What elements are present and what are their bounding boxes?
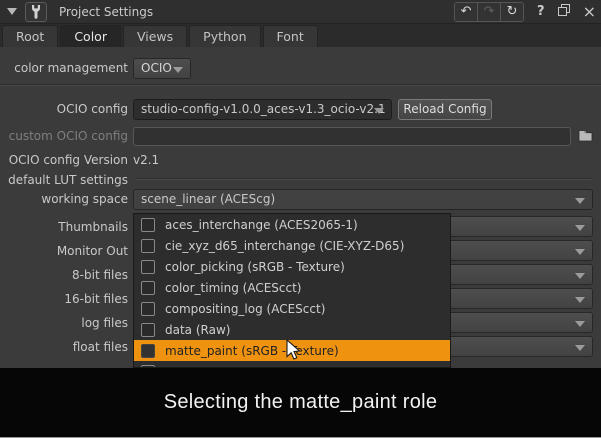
tab-label: Color (74, 29, 107, 44)
chevron-down-icon (575, 321, 585, 327)
ocio-config-dropdown[interactable]: studio-config-v1.0.0_aces-v1.3_ocio-v2.1 (133, 99, 392, 120)
properties-button[interactable] (25, 2, 47, 22)
file-row-label: float files (0, 337, 128, 358)
file-browse-button[interactable] (576, 126, 594, 144)
tab[interactable]: Python (189, 25, 260, 47)
group-rule (137, 178, 593, 180)
restore-icon (558, 4, 570, 16)
chevron-down-icon (575, 273, 585, 279)
mouse-cursor-icon (286, 339, 302, 361)
checkbox-icon (141, 260, 155, 274)
undo-button[interactable]: ↶ (455, 3, 478, 21)
custom-ocio-config-input[interactable] (133, 127, 571, 146)
tab-label: Font (277, 29, 304, 44)
ocio-version-label: OCIO config Version (0, 150, 128, 171)
tab[interactable]: Views (123, 25, 187, 47)
menu-item[interactable]: data (Raw) (134, 319, 450, 340)
chevron-down-icon (575, 345, 585, 351)
file-row-label: Thumbnails (0, 217, 128, 238)
panel-collapse-icon[interactable] (7, 8, 17, 15)
chevron-down-icon (575, 225, 585, 231)
chevron-down-icon (575, 297, 585, 303)
working-space-label: working space (0, 189, 128, 210)
tab-bar: Root Color Views Python Font (0, 24, 601, 47)
menu-item[interactable]: aces_interchange (ACES2065-1) (134, 214, 450, 235)
checkbox-icon (141, 239, 155, 253)
titlebar-controls: ↶ ↷ ↻ ? × (454, 2, 596, 21)
default-lut-settings-label: default LUT settings (0, 170, 128, 191)
color-management-dropdown[interactable]: OCIO (133, 58, 191, 79)
file-row-label: Monitor Out (0, 241, 128, 262)
tab[interactable]: Font (263, 25, 318, 47)
folder-icon (578, 129, 593, 142)
color-management-value: OCIO (141, 61, 172, 75)
working-space-value: scene_linear (ACEScg) (141, 192, 275, 206)
settings-panel: color management OCIO OCIO config studio… (0, 47, 601, 368)
menu-item[interactable]: cie_xyz_d65_interchange (CIE-XYZ-D65) (134, 235, 450, 256)
bottom-margin (0, 437, 601, 446)
color-management-label: color management (0, 58, 128, 79)
close-button[interactable]: × (583, 4, 596, 20)
ocio-config-value: studio-config-v1.0.0_aces-v1.3_ocio-v2.1 (141, 102, 386, 116)
titlebar: Project Settings ↶ ↷ ↻ ? × (0, 0, 601, 24)
window-title: Project Settings (59, 5, 153, 19)
menu-item-label: color_picking (sRGB - Texture) (165, 260, 345, 274)
caption-bar: Selecting the matte_paint role (0, 368, 601, 437)
help-button[interactable]: ? (537, 5, 545, 18)
chevron-down-icon (575, 198, 585, 204)
working-space-dropdown[interactable]: scene_linear (ACEScg) (133, 189, 593, 210)
revert-button[interactable]: ↻ (501, 3, 523, 21)
menu-item[interactable]: color_timing (ACEScct) (134, 277, 450, 298)
file-row-label: 16-bit files (0, 289, 128, 310)
custom-ocio-config-label: custom OCIO config (0, 126, 128, 147)
caption-text: Selecting the matte_paint role (164, 391, 438, 414)
menu-item-label: data (Raw) (165, 323, 230, 337)
tab-label: Views (137, 29, 173, 44)
menu-item-label: compositing_log (ACEScct) (165, 302, 325, 316)
menu-item-label: aces_interchange (ACES2065-1) (165, 218, 358, 232)
menu-item-label: cie_xyz_d65_interchange (CIE-XYZ-D65) (165, 239, 404, 253)
checkbox-icon (141, 344, 155, 358)
file-row-label: 8-bit files (0, 265, 128, 286)
chevron-down-icon (374, 108, 384, 114)
checkbox-icon (141, 302, 155, 316)
checkbox-icon (141, 218, 155, 232)
ocio-config-label: OCIO config (0, 99, 128, 120)
checkbox-icon (141, 281, 155, 295)
history-button-group: ↶ ↷ ↻ (454, 2, 524, 22)
chevron-down-icon (173, 67, 183, 73)
tab-label: Python (203, 29, 246, 44)
menu-item-label: color_timing (ACEScct) (165, 281, 302, 295)
wrench-icon (30, 4, 42, 20)
tab[interactable]: Color (60, 25, 121, 47)
redo-button[interactable]: ↷ (478, 3, 501, 21)
menu-item[interactable]: color_picking (sRGB - Texture) (134, 256, 450, 277)
tab-label: Root (16, 29, 44, 44)
section-divider (0, 84, 601, 86)
menu-item[interactable]: compositing_log (ACEScct) (134, 298, 450, 319)
checkbox-icon (141, 323, 155, 337)
file-row-label: log files (0, 313, 128, 334)
tab[interactable]: Root (2, 25, 58, 47)
menu-item[interactable] (134, 361, 450, 368)
menu-item-label: matte_paint (sRGB - Texture) (165, 344, 339, 358)
restore-window-button[interactable] (558, 4, 570, 19)
reload-config-button[interactable]: Reload Config (398, 99, 492, 120)
chevron-down-icon (575, 249, 585, 255)
ocio-version-value: v2.1 (133, 150, 159, 171)
project-settings-window: Project Settings ↶ ↷ ↻ ? × Root Color (0, 0, 601, 446)
